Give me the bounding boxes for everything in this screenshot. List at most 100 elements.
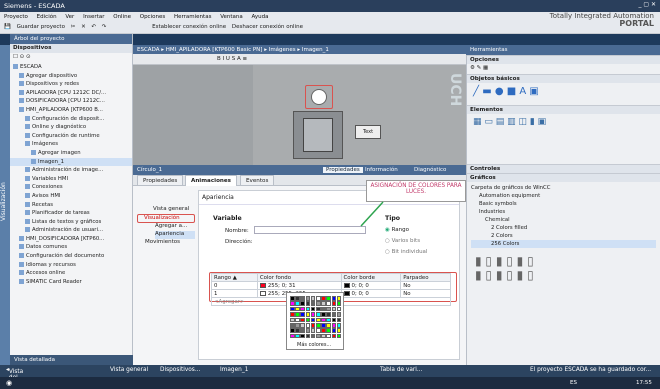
palette-swatch[interactable] xyxy=(326,306,331,312)
palette-swatch[interactable] xyxy=(290,296,295,301)
undo-icon[interactable]: ↶ xyxy=(91,24,96,30)
tree-item[interactable]: Imágenes xyxy=(10,140,132,149)
tree-item[interactable]: Idiomas y recursos xyxy=(10,261,132,270)
col-rango[interactable]: Rango ▲ xyxy=(211,273,258,282)
palette-swatch[interactable] xyxy=(321,328,326,333)
status-tab-vars[interactable]: Tabla de vari... xyxy=(380,367,422,373)
palette-swatch[interactable] xyxy=(295,333,300,339)
more-colors-link[interactable]: Más colores... xyxy=(297,342,331,348)
row1-parpadeo[interactable]: No xyxy=(400,289,451,298)
graphics-tree-item[interactable]: Chemical xyxy=(471,216,656,224)
strike-icon[interactable]: S xyxy=(232,56,236,62)
palette-swatch[interactable] xyxy=(310,306,316,312)
palette-swatch[interactable] xyxy=(321,312,326,317)
italic-icon[interactable]: I xyxy=(223,56,225,62)
palette-swatch[interactable] xyxy=(310,301,316,306)
tree-item[interactable]: Imagen_1 xyxy=(10,157,132,167)
palette-swatch[interactable] xyxy=(321,323,326,328)
palette-swatch[interactable] xyxy=(295,306,300,312)
palette-swatch[interactable] xyxy=(316,317,321,323)
palette-swatch[interactable] xyxy=(300,323,305,328)
palette-swatch[interactable] xyxy=(305,306,311,312)
tree-item[interactable]: SIMATIC Card Reader xyxy=(10,278,132,287)
palette-swatch[interactable] xyxy=(310,333,316,339)
status-tab-image[interactable]: Imagen_1 xyxy=(220,367,248,373)
palette-swatch[interactable] xyxy=(336,317,342,323)
palette-swatch[interactable] xyxy=(331,333,337,339)
menu-ver[interactable]: Ver xyxy=(65,14,74,20)
palette-swatch[interactable] xyxy=(305,312,311,317)
basic-objects-icons[interactable]: ╱ ▬ ● ■ A ▣ xyxy=(467,83,660,105)
tree-item[interactable]: HMI_APILADORA [KTP600 B... xyxy=(10,106,132,115)
palette-swatch[interactable] xyxy=(300,328,305,333)
tree-item[interactable]: Dispositivos y redes xyxy=(10,80,132,89)
palette-swatch[interactable] xyxy=(321,301,326,306)
palette-swatch[interactable] xyxy=(316,306,321,312)
menu-online[interactable]: Online xyxy=(113,14,131,20)
palette-swatch[interactable] xyxy=(336,312,342,317)
tree-item[interactable]: Administración de image... xyxy=(10,166,132,175)
menu-insertar[interactable]: Insertar xyxy=(83,14,104,20)
menu-ayuda[interactable]: Ayuda xyxy=(252,14,269,20)
palette-swatch[interactable] xyxy=(326,328,331,333)
cut-icon[interactable]: ✂ xyxy=(71,24,76,30)
light-circle[interactable] xyxy=(311,89,327,105)
tree-item[interactable]: Avisos HMI xyxy=(10,192,132,201)
status-tab-overview[interactable]: Vista general xyxy=(110,367,148,373)
tree-item[interactable]: Datos comunes xyxy=(10,243,132,252)
row0-parpadeo[interactable]: No xyxy=(400,281,451,290)
tab-propiedades[interactable]: Propiedades xyxy=(137,175,184,186)
tree-item[interactable]: Accesos online xyxy=(10,269,132,278)
palette-swatch[interactable] xyxy=(300,312,305,317)
graphics-tree-item[interactable]: 2 Colors xyxy=(471,232,656,240)
tree-item[interactable]: Online y diagnóstico xyxy=(10,123,132,132)
menu-herramientas[interactable]: Herramientas xyxy=(174,14,211,20)
variable-name-input[interactable] xyxy=(254,226,366,234)
graphics-tree-item[interactable]: Automation equipment xyxy=(471,192,656,200)
palette-swatch[interactable] xyxy=(316,301,321,306)
palette-swatch[interactable] xyxy=(300,306,305,312)
tree-item[interactable]: HMI_DOSIFICADORA [KTP60... xyxy=(10,235,132,244)
options-section[interactable]: Opciones xyxy=(467,55,660,64)
save-project-button[interactable]: Guardar proyecto xyxy=(17,24,65,30)
palette-swatch[interactable] xyxy=(295,328,300,333)
palette-swatch[interactable] xyxy=(331,317,337,323)
palette-swatch[interactable] xyxy=(290,317,295,323)
palette-swatch[interactable] xyxy=(331,306,337,312)
palette-swatch[interactable] xyxy=(331,301,337,306)
palette-swatch[interactable] xyxy=(326,317,331,323)
tree-item[interactable]: Configuración de disposit... xyxy=(10,115,132,124)
palette-swatch[interactable] xyxy=(321,306,326,312)
palette-swatch[interactable] xyxy=(336,301,342,306)
palette-swatch[interactable] xyxy=(310,323,316,328)
palette-swatch[interactable] xyxy=(326,296,331,301)
tree-item[interactable]: APILADORA [CPU 1212C DC/... xyxy=(10,89,132,98)
col-parpadeo[interactable]: Parpadeo xyxy=(400,273,451,282)
palette-swatch[interactable] xyxy=(336,323,342,328)
redo-icon[interactable]: ↷ xyxy=(102,24,107,30)
basic-objects-section[interactable]: Objetos básicos xyxy=(467,74,660,83)
palette-swatch[interactable] xyxy=(316,328,321,333)
palette-swatch[interactable] xyxy=(316,312,321,317)
devices-tab[interactable]: Dispositivos xyxy=(10,44,132,53)
table-row[interactable]: 0 255; 0; 31 0; 0; 0 No xyxy=(211,281,451,290)
detail-view-header[interactable]: Vista detallada xyxy=(10,355,133,365)
col-borde[interactable]: Color borde xyxy=(340,273,402,282)
tree-item[interactable]: Administración de usuari... xyxy=(10,226,132,235)
palette-swatch[interactable] xyxy=(336,296,342,301)
palette-swatch[interactable] xyxy=(331,312,337,317)
diagnostics-tab[interactable]: Diagnóstico xyxy=(414,167,446,173)
font-size-icon[interactable]: A xyxy=(237,56,241,62)
tree-item[interactable]: Variables HMI xyxy=(10,175,132,184)
palette-swatch[interactable] xyxy=(300,296,305,301)
tree-item[interactable]: Configuración del documento xyxy=(10,252,132,261)
palette-swatch[interactable] xyxy=(290,306,295,312)
tree-item[interactable]: Agregar dispositivo xyxy=(10,72,132,81)
elements-section[interactable]: Elementos xyxy=(467,105,660,114)
lamp-body[interactable] xyxy=(293,111,343,159)
row0-borde-cell[interactable]: 0; 0; 0 xyxy=(340,281,402,290)
palette-swatch[interactable] xyxy=(336,328,342,333)
palette-swatch[interactable] xyxy=(290,312,295,317)
graphics-gallery[interactable]: ▮ ▯ ▮ ▯ ▮ ▯ ▮ ▯ ▮ ▯ ▮ ▯ xyxy=(467,250,660,310)
graphics-section[interactable]: Gráficos xyxy=(467,173,660,182)
